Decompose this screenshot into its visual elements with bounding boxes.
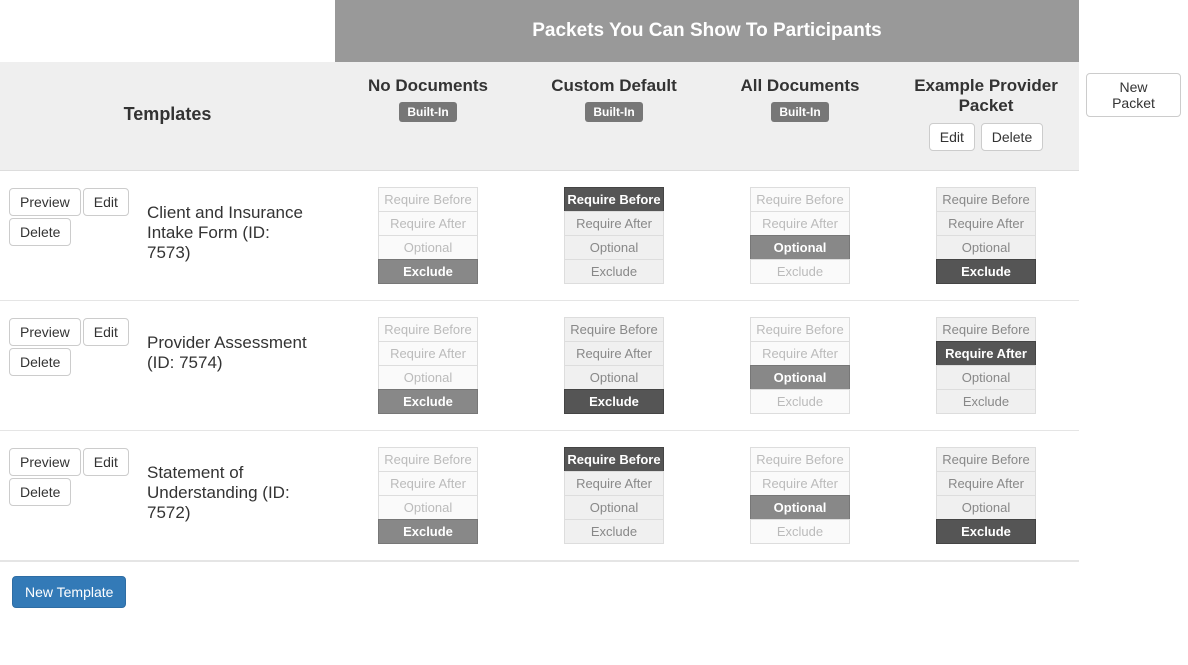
option-optional: Optional <box>378 365 478 390</box>
option-cell: Require BeforeRequire AfterOptionalExclu… <box>521 431 707 561</box>
option-optional[interactable]: Optional <box>564 235 664 260</box>
option-require-after[interactable]: Require After <box>936 211 1036 236</box>
option-require-before[interactable]: Require Before <box>936 317 1036 342</box>
option-require-before: Require Before <box>750 187 850 212</box>
option-cell: Require BeforeRequire AfterOptionalExclu… <box>335 171 521 301</box>
option-exclude[interactable]: Exclude <box>936 389 1036 414</box>
packet-delete-button[interactable]: Delete <box>981 123 1043 151</box>
option-cell: Require BeforeRequire AfterOptionalExclu… <box>335 431 521 561</box>
option-require-after[interactable]: Require After <box>564 341 664 366</box>
option-exclude[interactable]: Exclude <box>564 389 664 414</box>
option-exclude: Exclude <box>750 259 850 284</box>
option-cell: Require BeforeRequire AfterOptionalExclu… <box>707 301 893 431</box>
option-require-after[interactable]: Require After <box>936 471 1036 496</box>
option-optional: Optional <box>378 495 478 520</box>
option-cell: Require BeforeRequire AfterOptionalExclu… <box>707 431 893 561</box>
template-delete-button[interactable]: Delete <box>9 218 71 246</box>
template-edit-button[interactable]: Edit <box>83 318 129 346</box>
option-require-before: Require Before <box>750 447 850 472</box>
new-packet-button[interactable]: New Packet <box>1086 73 1181 117</box>
option-exclude: Exclude <box>750 389 850 414</box>
packet-header-example-provider: Example Provider Packet Edit Delete <box>893 62 1079 171</box>
option-optional: Optional <box>750 235 850 260</box>
option-require-after[interactable]: Require After <box>936 341 1036 366</box>
option-optional[interactable]: Optional <box>936 235 1036 260</box>
option-exclude: Exclude <box>378 259 478 284</box>
option-exclude[interactable]: Exclude <box>936 519 1036 544</box>
option-require-before[interactable]: Require Before <box>936 447 1036 472</box>
option-require-after: Require After <box>378 471 478 496</box>
option-require-after: Require After <box>378 341 478 366</box>
option-require-after: Require After <box>750 471 850 496</box>
template-preview-button[interactable]: Preview <box>9 188 81 216</box>
option-exclude: Exclude <box>378 519 478 544</box>
option-require-before[interactable]: Require Before <box>936 187 1036 212</box>
packets-banner: Packets You Can Show To Participants <box>335 0 1079 62</box>
template-row: PreviewEdit Delete Statement of Understand… <box>0 431 335 561</box>
template-preview-button[interactable]: Preview <box>9 448 81 476</box>
option-cell: Require BeforeRequire AfterOptionalExclu… <box>893 301 1079 431</box>
option-require-after: Require After <box>750 211 850 236</box>
option-require-before: Require Before <box>750 317 850 342</box>
option-require-before[interactable]: Require Before <box>564 187 664 212</box>
new-template-button[interactable]: New Template <box>12 576 126 608</box>
option-exclude[interactable]: Exclude <box>564 259 664 284</box>
option-require-before: Require Before <box>378 187 478 212</box>
option-require-after: Require After <box>378 211 478 236</box>
template-edit-button[interactable]: Edit <box>83 448 129 476</box>
option-cell: Require BeforeRequire AfterOptionalExclu… <box>893 431 1079 561</box>
option-require-before[interactable]: Require Before <box>564 447 664 472</box>
option-cell: Require BeforeRequire AfterOptionalExclu… <box>521 171 707 301</box>
builtin-badge: Built-In <box>771 102 828 122</box>
option-require-before: Require Before <box>378 317 478 342</box>
option-optional: Optional <box>750 495 850 520</box>
template-name: Client and Insurance Intake Form (ID: 75… <box>143 187 327 284</box>
template-name: Statement of Understanding (ID: 7572) <box>143 447 327 544</box>
option-optional[interactable]: Optional <box>936 365 1036 390</box>
option-require-before: Require Before <box>378 447 478 472</box>
option-exclude: Exclude <box>750 519 850 544</box>
option-require-after: Require After <box>750 341 850 366</box>
option-require-after[interactable]: Require After <box>564 211 664 236</box>
option-cell: Require BeforeRequire AfterOptionalExclu… <box>707 171 893 301</box>
template-preview-button[interactable]: Preview <box>9 318 81 346</box>
packet-header-all-documents: All Documents Built-In <box>707 62 893 171</box>
option-exclude[interactable]: Exclude <box>564 519 664 544</box>
option-exclude[interactable]: Exclude <box>936 259 1036 284</box>
templates-header: Templates <box>0 62 335 171</box>
option-cell: Require BeforeRequire AfterOptionalExclu… <box>893 171 1079 301</box>
packet-header-custom-default: Custom Default Built-In <box>521 62 707 171</box>
option-optional[interactable]: Optional <box>564 365 664 390</box>
option-optional: Optional <box>750 365 850 390</box>
option-require-after[interactable]: Require After <box>564 471 664 496</box>
packet-edit-button[interactable]: Edit <box>929 123 975 151</box>
packet-header-no-documents: No Documents Built-In <box>335 62 521 171</box>
template-delete-button[interactable]: Delete <box>9 348 71 376</box>
template-row: PreviewEdit Delete Provider Assessment (ID… <box>0 301 335 431</box>
option-optional[interactable]: Optional <box>936 495 1036 520</box>
option-require-before[interactable]: Require Before <box>564 317 664 342</box>
option-optional: Optional <box>378 235 478 260</box>
option-exclude: Exclude <box>378 389 478 414</box>
option-cell: Require BeforeRequire AfterOptionalExclu… <box>335 301 521 431</box>
builtin-badge: Built-In <box>399 102 456 122</box>
option-cell: Require BeforeRequire AfterOptionalExclu… <box>521 301 707 431</box>
template-name: Provider Assessment (ID: 7574) <box>143 317 327 414</box>
builtin-badge: Built-In <box>585 102 642 122</box>
template-delete-button[interactable]: Delete <box>9 478 71 506</box>
template-edit-button[interactable]: Edit <box>83 188 129 216</box>
template-row: PreviewEdit Delete Client and Insurance In… <box>0 171 335 301</box>
option-optional[interactable]: Optional <box>564 495 664 520</box>
